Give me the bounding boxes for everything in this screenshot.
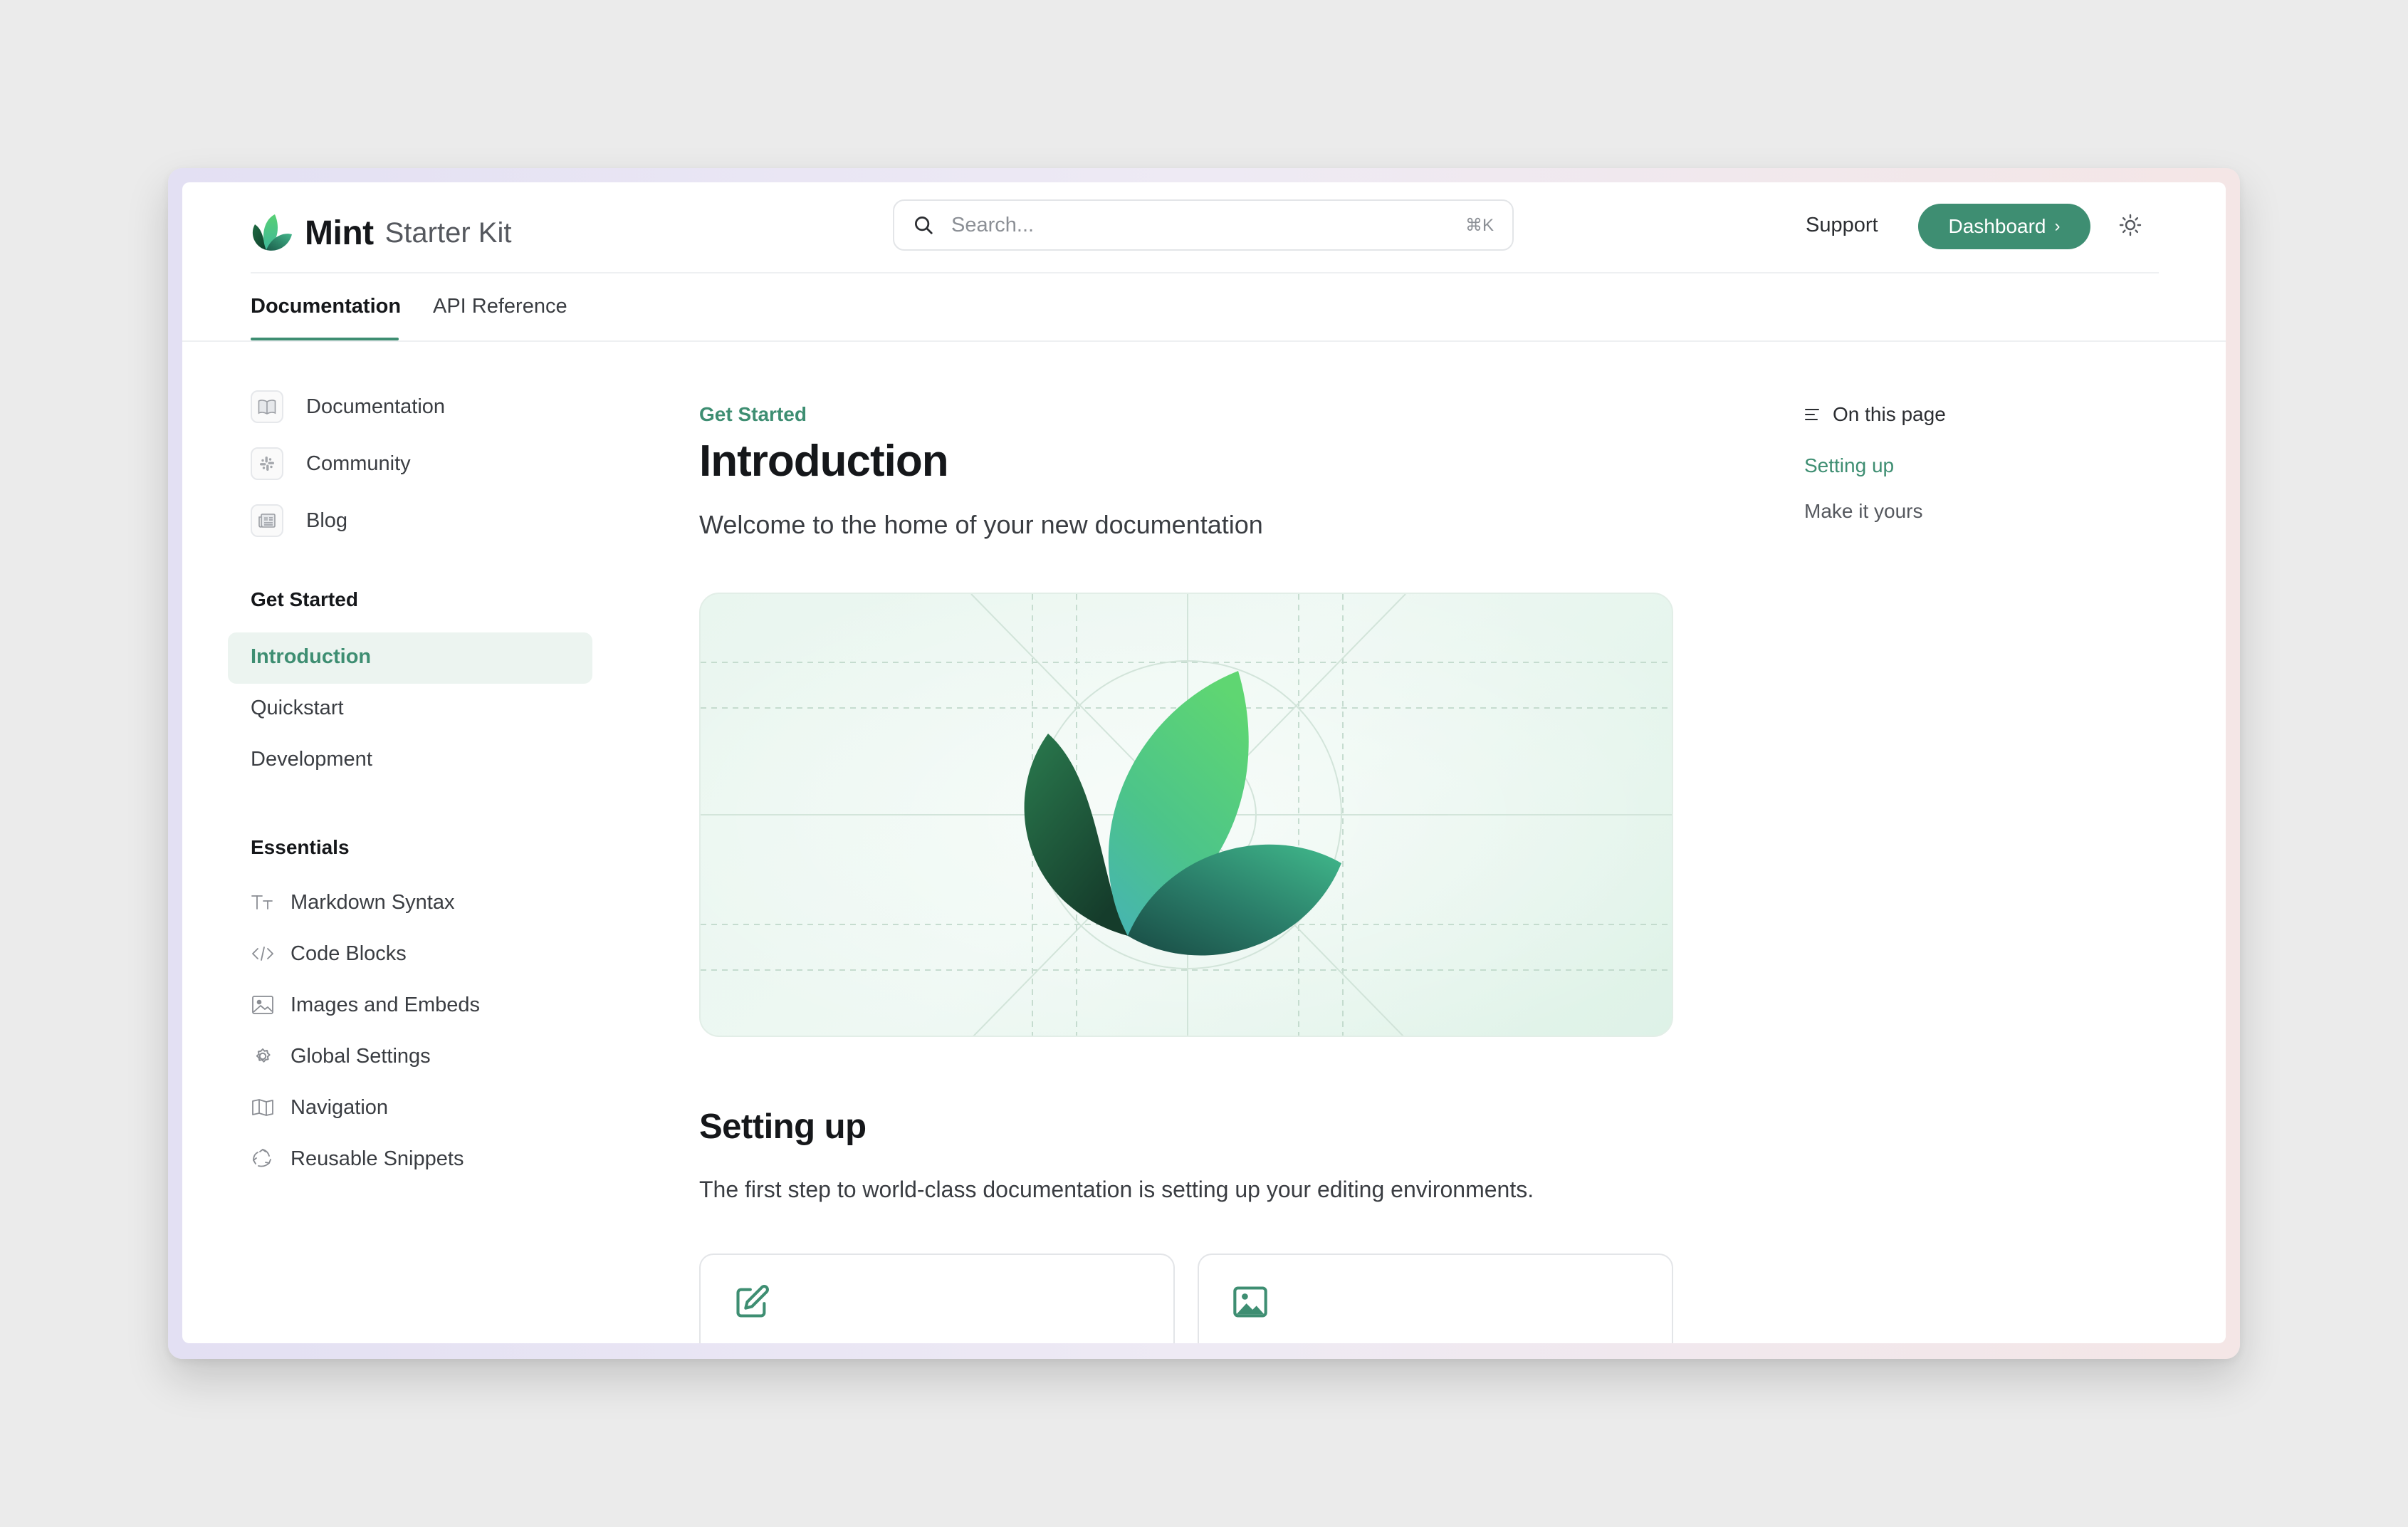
section-title: Setting up xyxy=(699,1108,867,1146)
sidebar-item-quickstart[interactable]: Quickstart xyxy=(251,697,344,720)
toc-item-make-it-yours[interactable]: Make it yours xyxy=(1804,500,1923,523)
sidebar-group-heading: Essentials xyxy=(251,836,350,858)
sun-icon xyxy=(2119,214,2142,240)
sidebar-item-label: Code Blocks xyxy=(290,942,407,965)
pencil-square-icon xyxy=(733,1283,770,1320)
card-editing-setup[interactable] xyxy=(699,1254,1175,1343)
newspaper-icon xyxy=(251,504,283,537)
search-shortcut: ⌘K xyxy=(1465,215,1494,235)
support-link[interactable]: Support xyxy=(1806,214,1878,237)
dashboard-button[interactable]: Dashboard › xyxy=(1918,204,2090,249)
mint-leaf-icon xyxy=(251,212,293,254)
sidebar-item-global-settings[interactable]: Global Settings xyxy=(251,1044,431,1068)
sidebar-item-images-and-embeds[interactable]: Images and Embeds xyxy=(251,993,480,1017)
page-title: Introduction xyxy=(699,437,949,486)
sidebar-anchor-community[interactable]: Community xyxy=(251,447,411,480)
gear-icon xyxy=(251,1044,275,1068)
nav-divider xyxy=(182,340,2226,342)
hero-image xyxy=(699,593,1673,1037)
search-input[interactable] xyxy=(950,212,1465,238)
search-bar[interactable]: ⌘K xyxy=(893,199,1514,251)
image-icon xyxy=(251,993,275,1017)
sidebar-item-label: Navigation xyxy=(290,1095,389,1119)
sidebar-anchor-label: Community xyxy=(306,452,411,475)
header-divider xyxy=(251,272,2159,273)
image-icon xyxy=(1232,1283,1269,1320)
sidebar-anchor-documentation[interactable]: Documentation xyxy=(251,390,445,423)
section-description: The first step to world-class documentat… xyxy=(699,1177,1534,1202)
dashboard-button-label: Dashboard xyxy=(1948,215,2046,237)
sidebar-item-label: Reusable Snippets xyxy=(290,1147,464,1170)
chevron-right-icon: › xyxy=(2054,217,2061,236)
slack-icon xyxy=(251,447,283,480)
sidebar-item-navigation[interactable]: Navigation xyxy=(251,1095,388,1120)
card-customize[interactable] xyxy=(1198,1254,1673,1343)
sidebar-item-code-blocks[interactable]: Code Blocks xyxy=(251,942,407,966)
map-icon xyxy=(251,1095,275,1120)
recycle-icon xyxy=(251,1147,275,1171)
list-icon xyxy=(1804,406,1821,423)
sidebar-group-heading: Get Started xyxy=(251,588,358,610)
sidebar-item-reusable-snippets[interactable]: Reusable Snippets xyxy=(251,1147,464,1171)
sidebar-anchor-label: Blog xyxy=(306,509,348,532)
text-size-icon xyxy=(251,890,275,914)
code-icon xyxy=(251,942,275,966)
sidebar-item-development[interactable]: Development xyxy=(251,748,372,771)
toc-heading: On this page xyxy=(1804,403,1946,426)
book-icon xyxy=(251,390,283,423)
theme-toggle[interactable] xyxy=(2116,212,2145,241)
sidebar-item-label: Images and Embeds xyxy=(290,993,480,1016)
sidebar-anchor-label: Documentation xyxy=(306,395,446,418)
sidebar-item-markdown-syntax[interactable]: Markdown Syntax xyxy=(251,890,455,914)
sidebar-item-label: Global Settings xyxy=(290,1044,431,1068)
breadcrumb-section: Get Started xyxy=(699,403,807,425)
toc-heading-label: On this page xyxy=(1833,403,1946,425)
sidebar-anchor-blog[interactable]: Blog xyxy=(251,504,347,537)
tab-api-reference[interactable]: API Reference xyxy=(433,295,567,318)
page-description: Welcome to the home of your new document… xyxy=(699,510,1263,539)
hero-illustration xyxy=(701,594,1672,1036)
browser-window: Mint Starter Kit ⌘K Support Dashboard › … xyxy=(182,182,2226,1343)
search-icon xyxy=(913,214,936,236)
sidebar-item-label[interactable]: Introduction xyxy=(251,645,371,669)
sidebar-item-label: Markdown Syntax xyxy=(290,890,455,914)
toc-item-setting-up[interactable]: Setting up xyxy=(1804,454,1894,477)
brand-name: Mint xyxy=(305,214,374,252)
tab-documentation[interactable]: Documentation xyxy=(251,295,401,318)
brand-subtitle: Starter Kit xyxy=(384,217,512,249)
